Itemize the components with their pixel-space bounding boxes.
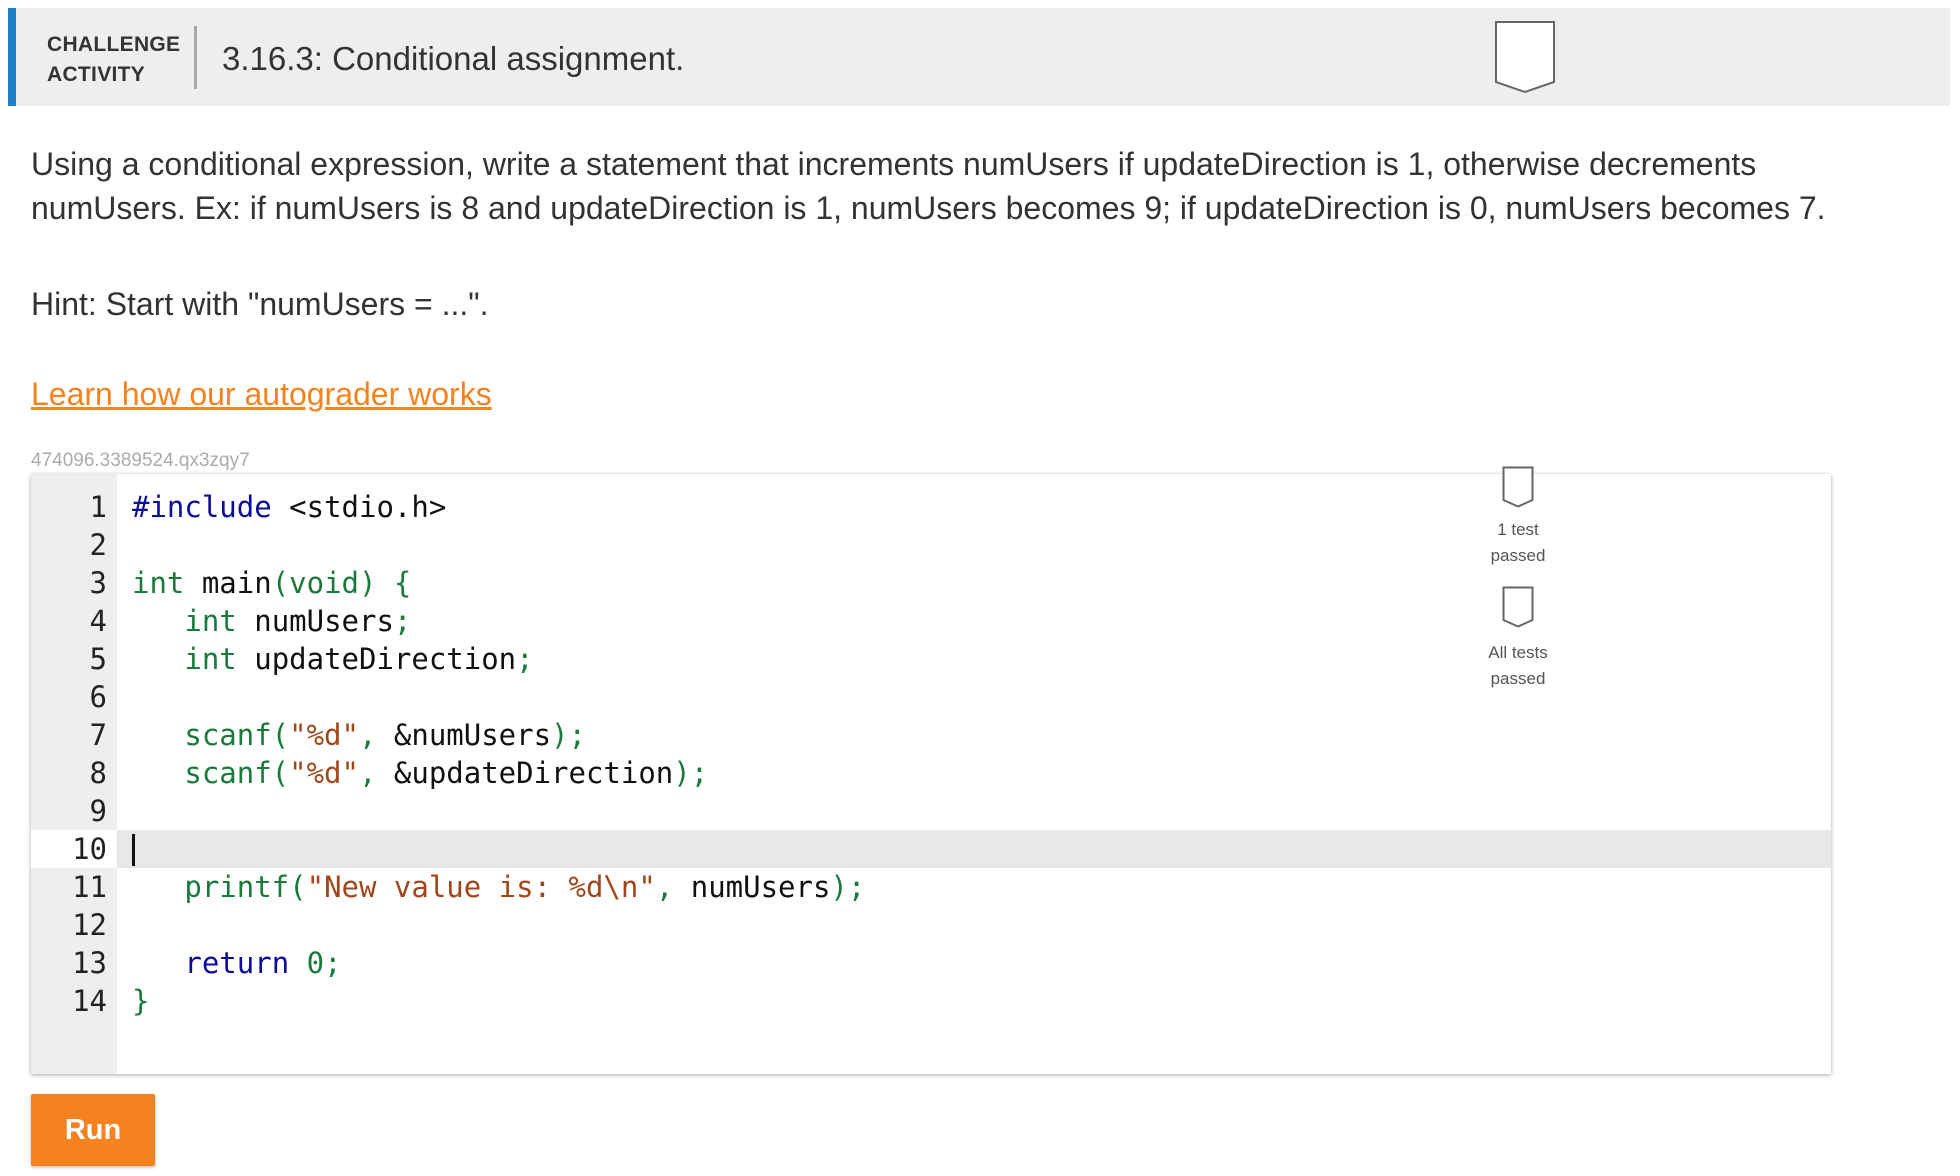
code-line[interactable]: 7 scanf("%d", &numUsers); [31, 716, 1831, 754]
line-number: 13 [72, 946, 107, 980]
text-cursor [132, 834, 135, 866]
line-number: 7 [89, 718, 107, 752]
code-token: #include [132, 490, 272, 524]
line-number: 4 [89, 604, 107, 638]
line-number: 6 [89, 680, 107, 714]
code-line[interactable]: 12 [31, 906, 1831, 944]
code-token: , [358, 718, 394, 752]
line-number: 2 [89, 528, 107, 562]
code-token: <stdio.h> [271, 490, 447, 524]
instructions-text: Using a conditional expression, write a … [31, 146, 1826, 226]
code-text: #include <stdio.h> [132, 488, 446, 526]
line-number: 11 [72, 870, 107, 904]
code-token: "%d" [289, 718, 359, 752]
code-token: scanf( [132, 756, 290, 790]
code-text: printf("New value is: %d\n", numUsers); [132, 868, 865, 906]
line-number: 8 [89, 756, 107, 790]
code-token: &updateDirection [393, 756, 674, 790]
activity-header: CHALLENGE ACTIVITY 3.16.3: Conditional a… [8, 8, 1950, 106]
code-token: "New value is: %d\n" [306, 870, 656, 904]
code-line[interactable]: 3 int main(void) { [31, 564, 1831, 602]
line-number: 5 [89, 642, 107, 676]
code-line[interactable]: 4 int numUsers; [31, 602, 1831, 640]
code-token: updateDirection [236, 642, 517, 676]
all-tests-passed-label: All tests passed [1488, 643, 1548, 688]
code-token: ); [551, 718, 586, 752]
code-line[interactable]: 10 [31, 830, 1831, 868]
challenge-activity-card: CHALLENGE ACTIVITY 3.16.3: Conditional a… [8, 8, 1950, 1168]
code-text: return 0; [132, 944, 342, 982]
code-token: printf( [132, 870, 307, 904]
activity-type-label: CHALLENGE ACTIVITY [47, 33, 181, 86]
header-divider [194, 26, 197, 89]
code-token: main [184, 566, 272, 600]
autograder-help-link[interactable]: Learn how our autograder works [31, 372, 492, 416]
completion-shield-icon [1495, 21, 1555, 94]
code-text: scanf("%d", &numUsers); [132, 716, 586, 754]
code-text: int main(void) { [132, 564, 411, 602]
code-token: } [132, 984, 150, 1018]
code-line[interactable]: 8 scanf("%d", &updateDirection); [31, 754, 1831, 792]
code-text: int updateDirection; [132, 640, 534, 678]
line-number: 9 [89, 794, 107, 828]
code-text: } [132, 982, 149, 1020]
code-text: scanf("%d", &updateDirection); [132, 754, 708, 792]
line-number: 10 [31, 830, 117, 868]
code-line[interactable]: 9 [31, 792, 1831, 830]
code-line[interactable]: 11 printf("New value is: %d\n", numUsers… [31, 868, 1831, 906]
code-token: ); [673, 756, 709, 790]
code-line[interactable]: 13 return 0; [31, 944, 1831, 982]
code-token: 0 [306, 946, 325, 980]
code-token: int [184, 642, 237, 676]
code-token: int [132, 566, 185, 600]
code-token: &numUsers [393, 718, 552, 752]
code-token: scanf( [132, 718, 290, 752]
code-token: , [655, 870, 691, 904]
line-number: 12 [72, 908, 107, 942]
code-token: return [184, 946, 290, 980]
code-token: , [358, 756, 394, 790]
code-token: "%d" [289, 756, 359, 790]
code-token: ; [324, 946, 342, 980]
line-number: 1 [89, 490, 107, 524]
line-number: 14 [72, 984, 107, 1018]
code-token: numUsers [236, 604, 394, 638]
activity-title: 3.16.3: Conditional assignment. [222, 40, 685, 77]
code-line[interactable]: 14} [31, 982, 1831, 1020]
code-token: (void) { [271, 566, 412, 600]
run-button[interactable]: Run [31, 1094, 155, 1166]
code-token: ; [393, 604, 412, 638]
test-passed-shield-icon [1502, 466, 1534, 508]
code-token: numUsers [690, 870, 831, 904]
code-id: 474096.3389524.qx3zqy7 [31, 450, 250, 471]
code-token: ; [516, 642, 534, 676]
code-text: int numUsers; [132, 602, 411, 640]
hint-text: Hint: Start with "numUsers = ...". [31, 286, 489, 322]
line-number: 3 [89, 566, 107, 600]
one-test-passed-label: 1 test passed [1490, 520, 1546, 565]
code-token: int [184, 604, 237, 638]
all-tests-shield-icon [1502, 586, 1534, 628]
code-token: ); [830, 870, 866, 904]
